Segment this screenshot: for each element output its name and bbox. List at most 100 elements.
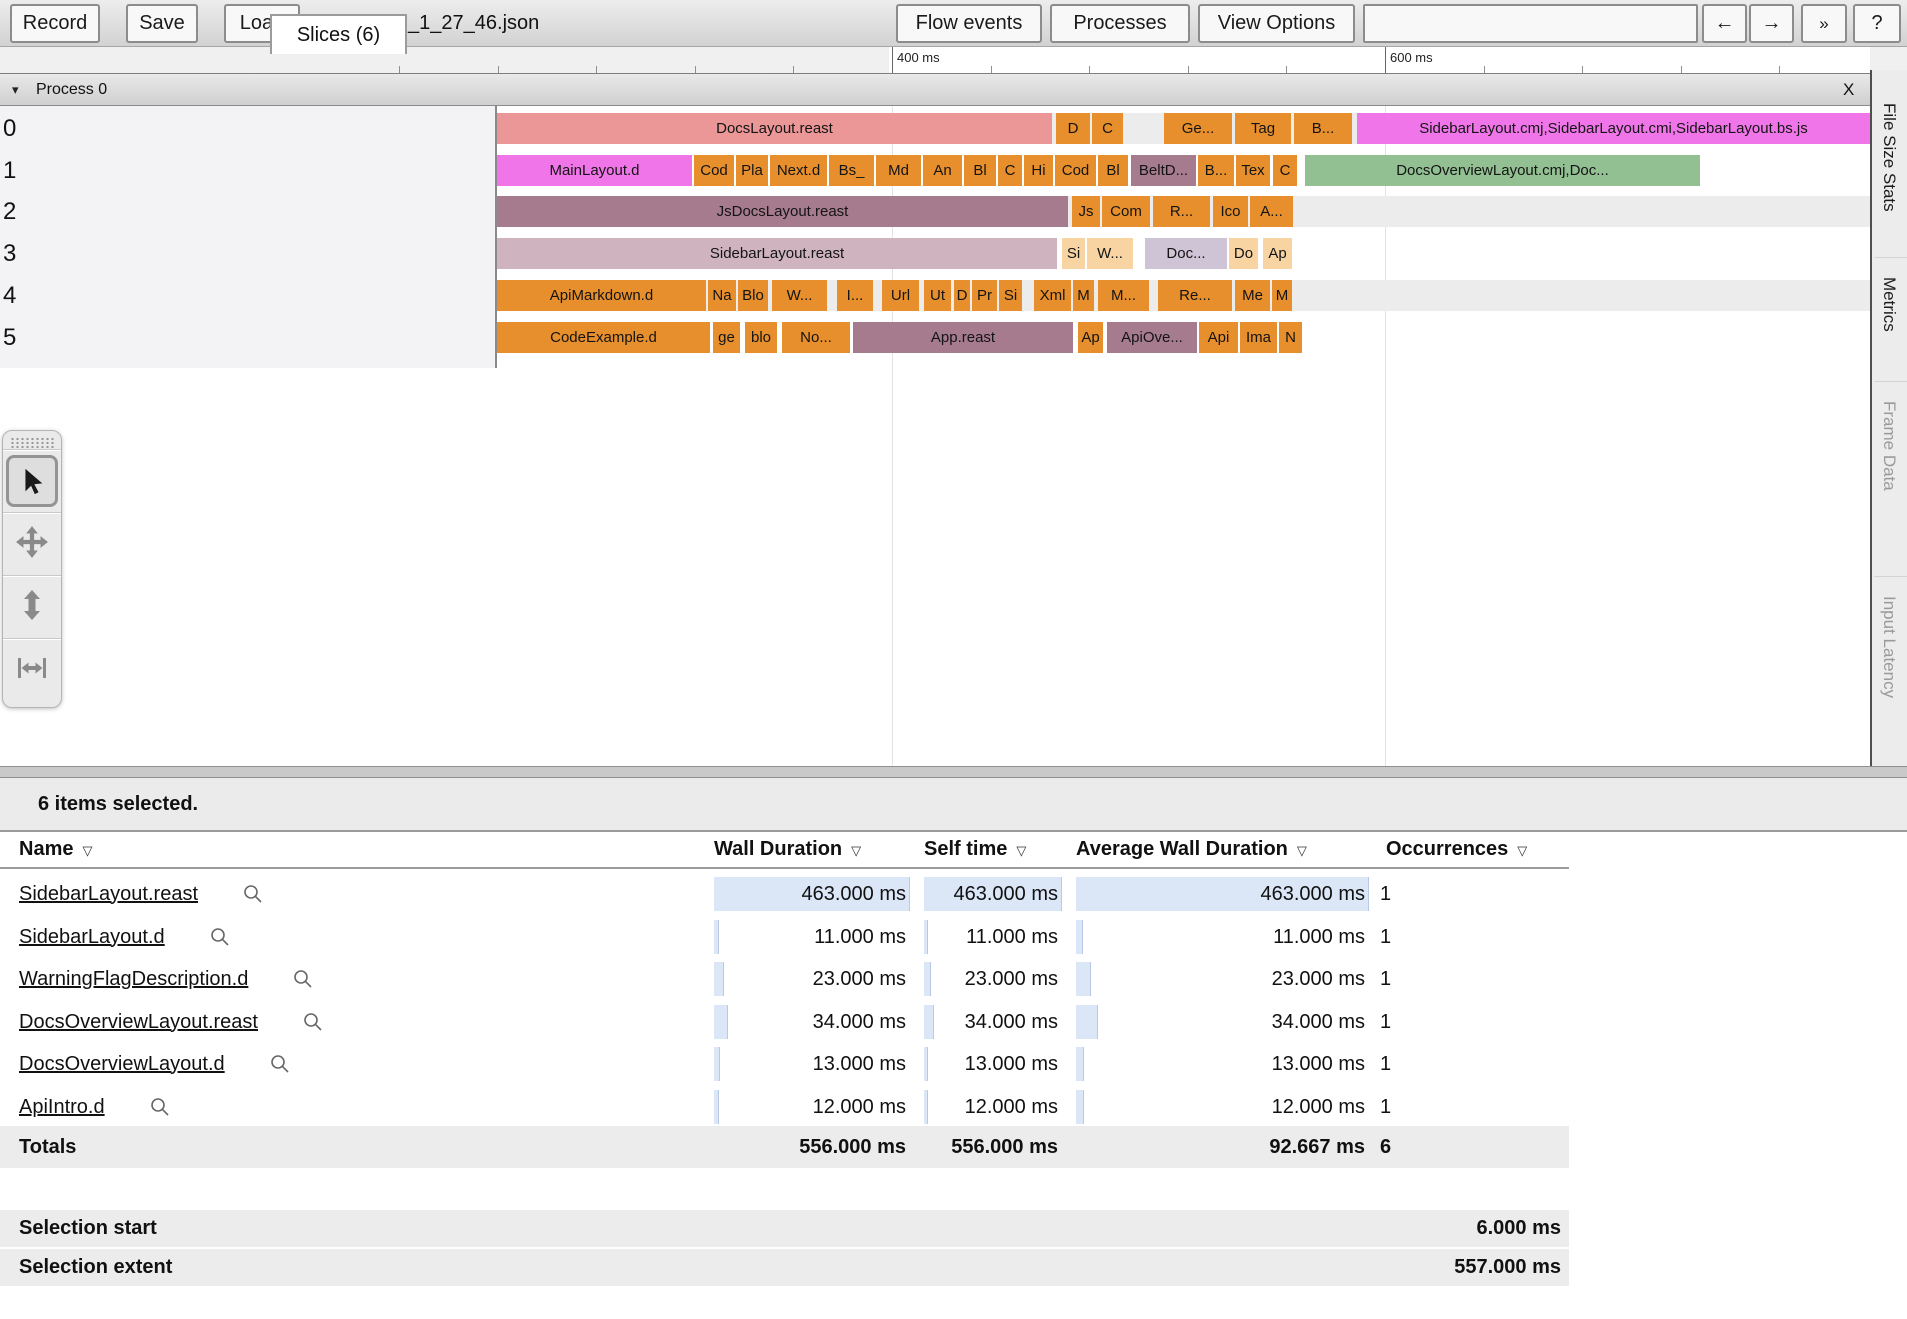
trace-slice[interactable]: Pla [736,155,768,186]
magnifier-icon[interactable] [149,1096,171,1118]
trace-slice[interactable]: Ima [1240,322,1277,353]
trace-slice[interactable]: Url [882,280,919,311]
trace-slice[interactable]: Tex [1236,155,1270,186]
trace-slice[interactable]: blo [745,322,777,353]
trace-slice[interactable]: C [998,155,1022,186]
trace-slice[interactable]: No... [782,322,850,353]
magnifier-icon[interactable] [242,883,264,905]
find-next-button[interactable]: → [1749,4,1794,43]
trace-slice[interactable]: Tag [1235,113,1291,144]
trace-slice[interactable]: Bl [964,155,996,186]
trace-slice[interactable]: C [1273,155,1297,186]
trace-slice[interactable]: B... [1198,155,1234,186]
trace-slice[interactable]: DocsOverviewLayout.cmj,Doc... [1305,155,1700,186]
trace-slice[interactable]: Api [1199,322,1238,353]
trace-slice[interactable]: Na [708,280,736,311]
trace-slice[interactable]: App.reast [853,322,1073,353]
trace-slice[interactable]: Si [999,280,1022,311]
trace-slice[interactable]: Ge... [1164,113,1232,144]
processes-button[interactable]: Processes [1050,4,1190,43]
trace-slice[interactable]: M [1272,280,1292,311]
timing-tool-button[interactable] [3,638,61,701]
column-header-name[interactable]: Name ▽ [19,832,92,867]
trace-slice[interactable]: A... [1250,196,1293,227]
trace-slice[interactable]: M [1073,280,1094,311]
pan-tool-button[interactable] [3,512,61,575]
collapse-icon[interactable]: ▾ [12,74,19,105]
trace-slice[interactable]: Com [1102,196,1150,227]
search-input[interactable] [1363,4,1698,43]
trace-slice[interactable]: Ut [924,280,951,311]
trace-slice[interactable]: Re... [1158,280,1232,311]
trace-slice[interactable]: Md [876,155,921,186]
side-panel-tab-file-size-stats[interactable]: File Size Stats [1879,103,1899,263]
trace-slice[interactable]: CodeExample.d [497,322,710,353]
vertical-zoom-tool-button[interactable] [3,575,61,638]
trace-slice[interactable]: SidebarLayout.cmj,SidebarLayout.cmi,Side… [1357,113,1870,144]
more-options-button[interactable]: » [1801,4,1847,43]
slice-name-link[interactable]: DocsOverviewLayout.d [19,1053,225,1076]
slice-name-link[interactable]: DocsOverviewLayout.reast [19,1011,258,1034]
trace-slice[interactable]: Bs_ [829,155,874,186]
trace-slice[interactable]: W... [772,280,827,311]
trace-slice[interactable]: W... [1087,238,1133,269]
column-header-occurrences[interactable]: Occurrences ▽ [1386,832,1527,867]
side-panel-tab-metrics[interactable]: Metrics [1879,277,1899,367]
trace-slice[interactable]: D [954,280,970,311]
selection-tool-button[interactable] [3,449,61,512]
magnifier-icon[interactable] [209,926,231,948]
palette-drag-handle[interactable] [10,437,54,449]
trace-slice[interactable]: B... [1294,113,1352,144]
side-panel-tab-input-latency[interactable]: Input Latency [1879,596,1899,766]
magnifier-icon[interactable] [302,1011,324,1033]
column-header-average-wall-duration[interactable]: Average Wall Duration ▽ [1076,832,1307,867]
trace-slice[interactable]: Hi [1024,155,1053,186]
flow-events-button[interactable]: Flow events [896,4,1042,43]
trace-slice[interactable]: Js [1072,196,1100,227]
trace-slice[interactable]: Do [1229,238,1258,269]
trace-slice[interactable]: ge [713,322,740,353]
trace-slice[interactable]: D [1056,113,1090,144]
find-previous-button[interactable]: ← [1702,4,1747,43]
trace-slice[interactable]: Si [1062,238,1085,269]
trace-slice[interactable]: ApiOve... [1107,322,1197,353]
trace-slice[interactable]: Ap [1263,238,1292,269]
trace-slice[interactable]: M... [1098,280,1149,311]
trace-slice[interactable]: Xml [1034,280,1071,311]
side-panel-tab-frame-data[interactable]: Frame Data [1879,401,1899,561]
slice-name-link[interactable]: ApiIntro.d [19,1096,105,1119]
panel-splitter[interactable] [0,766,1907,778]
trace-slice[interactable]: C [1092,113,1123,144]
trace-slice[interactable]: SidebarLayout.reast [497,238,1057,269]
trace-slice[interactable]: Blo [738,280,768,311]
trace-slice[interactable]: JsDocsLayout.reast [497,196,1068,227]
slice-name-link[interactable]: SidebarLayout.reast [19,883,198,906]
tab-slices[interactable]: Slices (6) [270,14,407,54]
close-process-button[interactable]: X [1843,74,1854,105]
record-button[interactable]: Record [10,4,100,43]
trace-slice[interactable]: DocsLayout.reast [497,113,1052,144]
magnifier-icon[interactable] [292,968,314,990]
column-header-self-time[interactable]: Self time ▽ [924,832,1026,867]
trace-slice[interactable]: I... [837,280,873,311]
trace-slice[interactable]: Next.d [770,155,827,186]
trace-slice[interactable]: Cod [694,155,734,186]
trace-slice[interactable]: Doc... [1145,238,1227,269]
trace-slice[interactable]: Bl [1098,155,1128,186]
trace-slice[interactable]: R... [1153,196,1210,227]
trace-slice[interactable]: Me [1235,280,1270,311]
trace-slice[interactable]: Ico [1213,196,1248,227]
magnifier-icon[interactable] [269,1053,291,1075]
slice-name-link[interactable]: WarningFlagDescription.d [19,968,248,991]
trace-slice[interactable]: Cod [1055,155,1096,186]
trace-slice[interactable]: Pr [972,280,997,311]
trace-slice[interactable]: N [1279,322,1302,353]
trace-slice[interactable]: MainLayout.d [497,155,692,186]
slice-name-link[interactable]: SidebarLayout.d [19,926,165,949]
trace-slice[interactable]: An [923,155,962,186]
column-header-wall-duration[interactable]: Wall Duration ▽ [714,832,861,867]
save-button[interactable]: Save [126,4,198,43]
help-button[interactable]: ? [1853,4,1901,43]
trace-slice[interactable]: ApiMarkdown.d [497,280,706,311]
trace-slice[interactable]: Ap [1078,322,1103,353]
